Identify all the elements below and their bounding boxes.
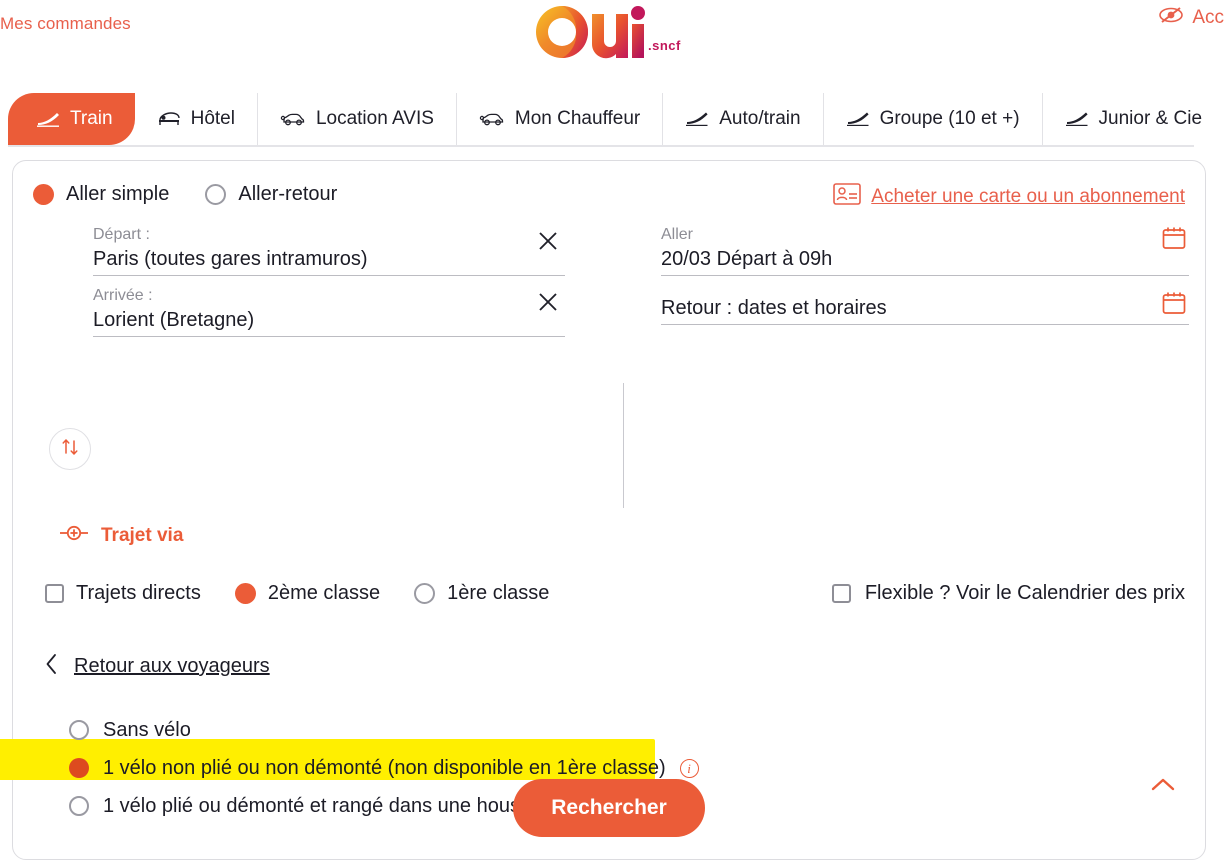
page-root: Mes commandes .sncf Acc Train Hôtel Loca… [0,0,1224,864]
tab-hotel-label: Hôtel [190,108,235,129]
train-icon [36,110,60,128]
accessibility-label: Acc [1192,7,1224,28]
tab-junior-cie-label: Junior & Cie [1098,108,1203,129]
2eme-classe-label: 2ème classe [267,582,381,604]
flexible-label: Flexible ? Voir le Calendrier des prix [864,582,1185,604]
chevron-left-icon [45,653,58,680]
velo-plie-label: 1 vélo plié ou démonté et rangé dans une… [103,794,542,817]
arrival-label: Arrivée : [93,287,153,304]
swap-stations-button[interactable] [49,428,91,470]
radio-aller-retour[interactable]: Aller-retour [205,183,337,206]
velo-non-plie-label: 1 vélo non plié ou non démonté (non disp… [103,756,666,779]
site-header: Mes commandes .sncf Acc [0,0,1224,88]
tab-hotel[interactable]: Hôtel [134,93,258,145]
tab-mon-chauffeur-label: Mon Chauffeur [514,108,641,129]
back-to-travelers-link[interactable]: Retour aux voyageurs [45,653,270,680]
id-card-icon [833,183,862,211]
checkbox-flexible[interactable]: Flexible ? Voir le Calendrier des prix [831,582,1185,605]
radio-indicator-selected [234,583,256,604]
service-tabs: Train Hôtel Location AVIS Mon Chauffeur … [8,93,1224,145]
outbound-calendar-button[interactable] [1161,225,1187,256]
radio-indicator [69,720,89,740]
radio-aller-simple-label: Aller simple [66,183,170,205]
tab-mon-chauffeur[interactable]: Mon Chauffeur [456,93,664,145]
tab-groupe-label: Groupe (10 et +) [879,108,1020,129]
tab-train-label: Train [70,108,113,129]
trip-type-group: Aller simple Aller-retour [33,183,337,206]
arrival-value: Lorient (Bretagne) [93,309,255,331]
search-form-card: Aller simple Aller-retour Acheter une ca… [0,160,1206,860]
departure-underline [93,275,565,276]
buy-card-link[interactable]: Acheter une carte ou un abonnement [833,183,1185,211]
tab-groupe[interactable]: Groupe (10 et +) [823,93,1043,145]
info-icon[interactable]: i [679,758,699,778]
radio-sans-velo[interactable]: Sans vélo [69,711,699,749]
inbound-value: Retour : dates et horaires [661,297,887,319]
trajet-via-label: Trajet via [101,525,184,546]
my-orders-link[interactable]: Mes commandes [0,14,131,34]
tab-auto-train-label: Auto/train [719,108,801,129]
inbound-underline [661,324,1189,325]
departure-value: Paris (toutes gares intramuros) [93,248,368,270]
collapse-panel-button[interactable] [1149,776,1177,799]
sans-velo-label: Sans vélo [103,718,191,741]
tab-train[interactable]: Train [8,93,135,145]
oui-sncf-logo[interactable]: .sncf [528,2,698,64]
search-options-group: Trajets directs 2ème classe 1ère classe [45,582,549,605]
tabs-underline [8,145,1194,147]
radio-aller-simple[interactable]: Aller simple [33,183,169,206]
departure-clear-button[interactable] [537,230,559,252]
arrival-clear-button[interactable] [537,291,559,313]
arrival-underline [93,336,565,337]
outbound-underline [661,275,1189,276]
departure-label: Départ : [93,226,150,243]
train-icon [1065,110,1089,128]
logo-sncf-text: .sncf [648,38,681,53]
checkbox-indicator [45,584,64,603]
train-icon [685,110,709,128]
checkbox-indicator [831,584,851,603]
outbound-date-field[interactable]: Aller 20/03 Départ à 09h [661,225,1189,276]
search-button[interactable]: Rechercher [513,779,705,837]
bed-icon [157,110,181,128]
tab-auto-train[interactable]: Auto/train [663,93,824,145]
radio-indicator-selected [69,758,89,778]
trajets-directs-label: Trajets directs [76,582,201,604]
car-icon [280,110,306,128]
eye-slash-icon [1158,6,1184,30]
add-via-icon [59,523,89,549]
radio-indicator [205,184,227,205]
1ere-classe-label: 1ère classe [447,582,550,604]
train-icon [846,110,870,128]
outbound-label: Aller [661,226,694,243]
radio-indicator [69,796,89,816]
inbound-calendar-button[interactable] [1161,290,1187,321]
swap-vertical-icon [59,436,81,463]
buy-card-label: Acheter une carte ou un abonnement [871,186,1185,207]
radio-1ere-classe[interactable]: 1ère classe [414,582,549,605]
radio-2eme-classe[interactable]: 2ème classe [234,582,381,605]
inbound-date-field[interactable]: Retour : dates et horaires [661,292,1189,325]
tab-location-avis[interactable]: Location AVIS [257,93,457,145]
accessibility-link[interactable]: Acc [1158,6,1224,30]
tab-location-avis-label: Location AVIS [315,108,434,129]
radio-indicator-selected [33,184,54,205]
trajet-via-link[interactable]: Trajet via [59,523,183,549]
radio-indicator [414,583,436,604]
column-divider [623,383,624,508]
checkbox-trajets-directs[interactable]: Trajets directs [45,582,201,605]
outbound-value: 20/03 Départ à 09h [661,248,833,270]
arrival-field[interactable]: Arrivée : Lorient (Bretagne) [93,286,565,337]
back-to-travelers-label: Retour aux voyageurs [74,655,270,677]
logo-svg [536,6,645,59]
car-icon [479,110,505,128]
tab-junior-cie[interactable]: Junior & Cie [1042,93,1224,145]
departure-field[interactable]: Départ : Paris (toutes gares intramuros) [93,225,565,276]
radio-aller-retour-label: Aller-retour [238,183,338,205]
